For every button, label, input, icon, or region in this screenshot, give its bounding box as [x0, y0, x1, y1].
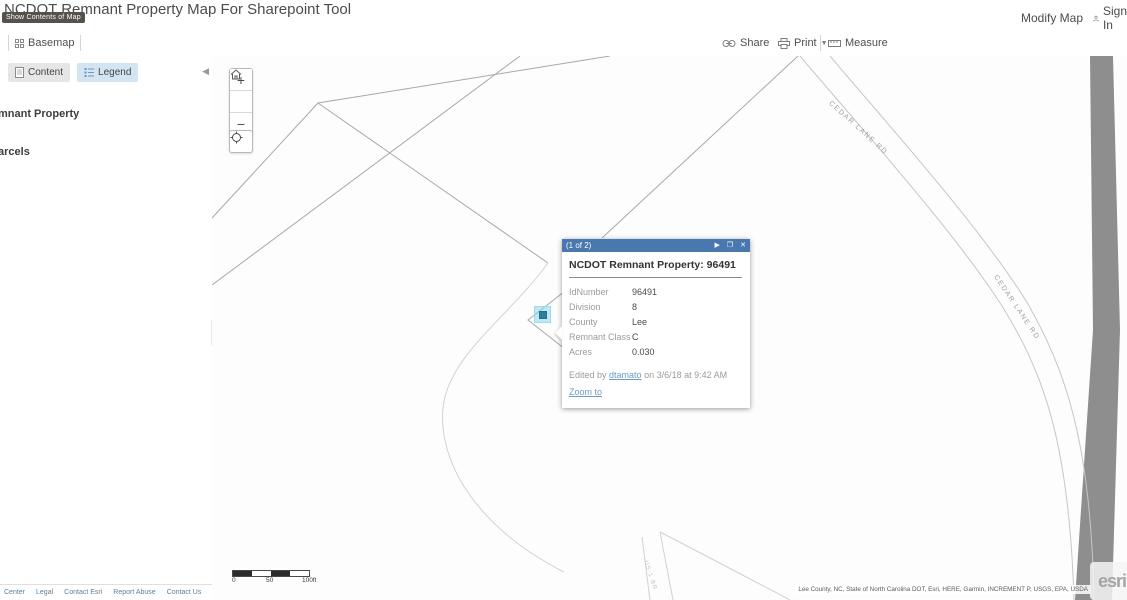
popup-pointer: [555, 326, 562, 340]
edited-user-link[interactable]: dtamato: [609, 370, 642, 380]
basemap-button[interactable]: Basemap: [15, 30, 74, 56]
edited-prefix: Edited by: [569, 370, 609, 380]
field-value: 8: [632, 302, 637, 312]
feature-popup: (1 of 2) ▶ ❐ ✕ NCDOT Remnant Property: 9…: [562, 239, 750, 408]
popup-next-icon[interactable]: ▶: [714, 242, 719, 249]
tab-legend-label: Legend: [98, 67, 131, 78]
locate-icon: [230, 131, 243, 144]
measure-button[interactable]: Measure: [828, 30, 888, 56]
popup-title: NCDOT Remnant Property: 96491: [569, 259, 742, 271]
popup-body: NCDOT Remnant Property: 96491 IdNumber96…: [562, 252, 750, 408]
sign-in-label: Sign In: [1103, 4, 1127, 32]
popup-dock-icon[interactable]: ❐: [727, 242, 733, 249]
selected-feature-highlight[interactable]: [534, 306, 551, 323]
print-label: Print: [794, 37, 817, 49]
popup-close-icon[interactable]: ✕: [740, 242, 746, 249]
divider: [80, 35, 81, 51]
scale-tick-50: 50: [266, 577, 273, 584]
map-canvas[interactable]: CEDAR LANE RD CEDAR LANE RD US-1 BR + − …: [212, 56, 1127, 600]
footer-link-report-abuse[interactable]: Report Abuse: [113, 589, 155, 596]
footer-link-contact-us[interactable]: Contact Us: [167, 589, 202, 596]
modify-map-button[interactable]: Modify Map: [1021, 11, 1083, 25]
collapse-panel-icon[interactable]: ◀: [202, 66, 209, 77]
field-label: Acres: [569, 347, 632, 357]
divider: [820, 35, 821, 51]
tab-content[interactable]: Content: [8, 63, 70, 82]
road-polygon: [1075, 56, 1120, 600]
scale-tick-0: 0: [232, 577, 236, 584]
scale-bar: 0 50 100ft: [232, 570, 310, 586]
app-window: NCDOT Remnant Property Map For Sharepoin…: [0, 0, 1127, 600]
printer-icon: [778, 38, 790, 49]
sidebar-tabs: Content Legend: [8, 63, 138, 82]
field-row: Division8: [569, 299, 742, 314]
home-icon: [230, 69, 242, 80]
sign-in-button[interactable]: Sign In: [1093, 4, 1127, 32]
field-row: CountyLee: [569, 314, 742, 329]
field-label: Remnant Class: [569, 332, 632, 342]
field-value: C: [632, 332, 639, 342]
basemap-label: Basemap: [28, 37, 74, 49]
scale-bar-segments: [232, 570, 310, 577]
selected-feature-marker: [539, 311, 547, 319]
scale-tick-100: 100ft: [302, 577, 316, 584]
sidebar-panel: Content Legend ◀ mnant Property arcels C…: [0, 56, 213, 600]
tab-content-label: Content: [28, 67, 63, 78]
popup-header: (1 of 2) ▶ ❐ ✕: [562, 239, 750, 252]
find-my-location-button[interactable]: [229, 130, 253, 153]
field-row: IdNumber96491: [569, 284, 742, 299]
measure-label: Measure: [845, 37, 888, 49]
sidebar-footer-links: Center Legal Contact Esri Report Abuse C…: [0, 584, 216, 600]
edited-by-line: Edited by dtamato on 3/6/18 at 9:42 AM: [569, 370, 742, 380]
footer-link-legal[interactable]: Legal: [36, 589, 53, 596]
share-button[interactable]: Share: [722, 30, 769, 56]
tab-legend[interactable]: Legend: [77, 63, 138, 82]
ruler-icon: [828, 38, 841, 49]
field-value: Lee: [632, 317, 647, 327]
header: NCDOT Remnant Property Map For Sharepoin…: [0, 0, 1127, 30]
content-page-icon: [15, 67, 24, 78]
popup-divider: [569, 277, 742, 278]
popup-pager: (1 of 2): [566, 241, 707, 250]
share-label: Share: [740, 37, 769, 49]
legend-layer-remnant-property: mnant Property: [0, 108, 79, 120]
show-contents-tooltip: Show Contents of Map: [2, 12, 85, 23]
print-caret-icon: ▼: [821, 40, 828, 47]
edited-suffix: on 3/6/18 at 9:42 AM: [642, 370, 728, 380]
zoom-control: + −: [229, 68, 253, 135]
field-row: Remnant ClassC: [569, 329, 742, 344]
field-label: IdNumber: [569, 287, 632, 297]
footer-link-contact-esri[interactable]: Contact Esri: [64, 589, 102, 596]
field-label: Division: [569, 302, 632, 312]
person-icon: [1093, 13, 1099, 24]
map-attribution: Lee County, NC, State of North Carolina …: [795, 585, 1091, 594]
home-button[interactable]: [230, 91, 252, 113]
basemap-grid-icon: [15, 39, 24, 48]
footer-link-center[interactable]: Center: [4, 589, 25, 596]
legend-list-icon: [84, 67, 94, 78]
field-value: 96491: [632, 287, 657, 297]
zoom-to-link[interactable]: Zoom to: [569, 387, 602, 397]
toolbar: Basemap Share Print ▼ Measure ▼ ✕ ⌕: [0, 30, 1127, 57]
field-row: Acres0.030: [569, 344, 742, 359]
esri-logo-text: esri: [1098, 571, 1126, 592]
legend-layer-parcels: arcels: [0, 146, 30, 158]
esri-logo: esri: [1090, 562, 1127, 600]
field-label: County: [569, 317, 632, 327]
field-value: 0.030: [632, 347, 655, 357]
divider: [8, 35, 9, 51]
share-link-icon: [722, 39, 736, 48]
